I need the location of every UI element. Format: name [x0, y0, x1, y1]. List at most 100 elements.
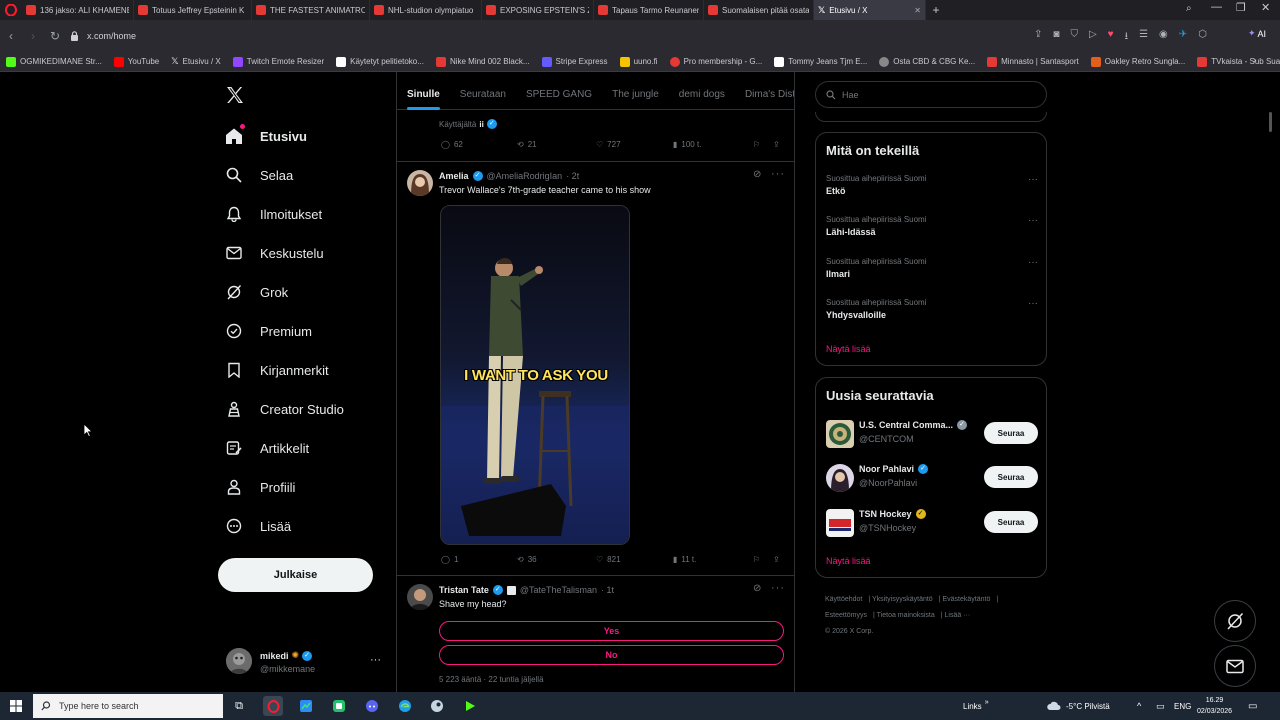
trending-show-more-link[interactable]: Näytä lisää: [826, 344, 871, 354]
post-button[interactable]: Julkaise: [218, 558, 373, 592]
post-author-name[interactable]: Tristan Tate: [439, 585, 489, 595]
taskbar-search-input[interactable]: Type here to search: [33, 694, 223, 718]
x-logo-icon[interactable]: [226, 86, 244, 104]
footer-link-privacy[interactable]: Yksityisyyskäytäntö: [872, 596, 933, 603]
browser-tab[interactable]: Suomalaisen pitää osata p: [704, 0, 814, 20]
bookmarks-overflow-icon[interactable]: ›: [1253, 55, 1256, 66]
follow-button[interactable]: Seuraa: [984, 422, 1038, 444]
menu-icon[interactable]: ☰: [1139, 29, 1148, 46]
url-field[interactable]: x.com/home: [70, 26, 1020, 46]
bookmark-item[interactable]: uuno.fi: [614, 56, 664, 67]
bookmark-item[interactable]: YouTube: [108, 56, 165, 67]
forward-icon[interactable]: ›: [22, 20, 44, 52]
sidebar-item-creator-studio[interactable]: Creator Studio: [224, 394, 344, 424]
bookmark-item[interactable]: Stripe Express: [536, 56, 614, 67]
share-post-icon[interactable]: ⇪: [773, 140, 780, 149]
footer-link-accessibility[interactable]: Esteettömyys: [825, 612, 867, 619]
play-app-icon[interactable]: [460, 696, 480, 716]
tab-for-you[interactable]: Sinulle: [397, 80, 450, 110]
views-button[interactable]: ▮ 100 t.: [673, 140, 701, 149]
sidebar-item-notifications[interactable]: Ilmoitukset: [224, 199, 322, 229]
follow-button[interactable]: Seuraa: [984, 511, 1038, 533]
tray-chevron-icon[interactable]: ^: [1137, 692, 1141, 720]
post-partial[interactable]: Käyttäjältä ii ✓ ◯ 62 ⟲ 21 ♡ 727 ▮ 100 t. ⚐ …: [397, 112, 794, 162]
reply-button[interactable]: ◯ 62: [441, 140, 463, 149]
account-switcher[interactable]: mikedi ✺ ✓ @mikkemane ···: [226, 648, 386, 678]
bookmark-item[interactable]: Tommy Jeans Tjm E...: [768, 56, 873, 67]
sidebar-item-explore[interactable]: Selaa: [224, 160, 293, 190]
opera-taskbar-icon[interactable]: [263, 696, 283, 716]
cube-icon[interactable]: ⬡: [1198, 29, 1207, 46]
bookmark-item[interactable]: Minnasto | Santasport: [981, 56, 1085, 67]
tab-speed-gang[interactable]: SPEED GANG: [516, 80, 602, 110]
reply-button[interactable]: ◯ 1: [441, 555, 458, 564]
tab-following[interactable]: Seurataan: [450, 80, 516, 110]
browser-tab[interactable]: NHL-studion olympiatuo: [370, 0, 482, 20]
tab-demi-dogs[interactable]: demi dogs: [669, 80, 735, 110]
poll-option-yes[interactable]: Yes: [439, 621, 784, 641]
maximize-icon[interactable]: ❐: [1236, 1, 1246, 14]
download-icon[interactable]: ⭳: [1125, 29, 1129, 46]
grok-explain-icon[interactable]: ⊘: [753, 169, 761, 180]
follow-suggestion[interactable]: TSN Hockey ✓ @TSNHockey Seuraa: [826, 507, 1038, 537]
steam-icon[interactable]: [427, 696, 447, 716]
messages-floating-button[interactable]: [1214, 645, 1256, 687]
camera-icon[interactable]: ◙: [1053, 29, 1059, 46]
discord-icon[interactable]: [362, 696, 382, 716]
post-time[interactable]: · 2t: [566, 171, 579, 181]
post-author-handle[interactable]: @AmeliaRodrigIan: [487, 171, 563, 181]
post-amelia[interactable]: Amelia ✓ @AmeliaRodrigIan · 2t ⊘ ··· Tre…: [397, 163, 794, 576]
bookmark-item[interactable]: Osta CBD & CBG Ke...: [873, 56, 981, 67]
sidebar-item-home[interactable]: Etusivu: [224, 121, 307, 151]
trend-item[interactable]: Suosittua aihepiirissä Suomi Etkö ···: [826, 174, 1038, 196]
post-author-name[interactable]: Amelia: [439, 171, 469, 181]
new-tab-icon[interactable]: +: [926, 3, 946, 17]
play-icon[interactable]: ▷: [1089, 29, 1097, 46]
bookmark-item[interactable]: 𝕏 Etusivu / X: [165, 56, 227, 67]
bookmark-item[interactable]: Oakley Retro Sungla...: [1085, 56, 1191, 67]
trend-more-icon[interactable]: ···: [1028, 298, 1038, 309]
trend-more-icon[interactable]: ···: [1028, 257, 1038, 268]
post-more-icon[interactable]: ···: [771, 168, 785, 180]
like-button[interactable]: ♡ 821: [596, 555, 621, 564]
trend-more-icon[interactable]: ···: [1028, 215, 1038, 226]
page-scrollbar[interactable]: [1269, 112, 1272, 132]
sidebar-item-more[interactable]: Lisää: [224, 511, 291, 541]
bookmark-item[interactable]: Pro membership - G...: [664, 56, 769, 67]
minimize-icon[interactable]: —: [1211, 1, 1222, 13]
close-window-icon[interactable]: ✕: [1261, 1, 1270, 14]
follow-suggestion[interactable]: U.S. Central Comma... ✓ @CENTCOM Seuraa: [826, 418, 1038, 448]
ai-button[interactable]: ✦ AI: [1248, 28, 1266, 39]
browser-tab[interactable]: EXPOSING EPSTEIN'S ZOR: [482, 0, 594, 20]
sidebar-item-articles[interactable]: Artikkelit: [224, 433, 309, 463]
follow-suggestion[interactable]: Noor Pahlavi ✓ @NoorPahlavi Seuraa: [826, 462, 1038, 492]
trend-item[interactable]: Suosittua aihepiirissä Suomi Lähi-Idässä…: [826, 215, 1038, 237]
opera-logo-icon[interactable]: [0, 0, 22, 20]
sidebar-item-profile[interactable]: Profiili: [224, 472, 295, 502]
sidebar-item-grok[interactable]: Grok: [224, 277, 288, 307]
browser-tab[interactable]: THE FASTEST ANIMATRON: [252, 0, 370, 20]
grok-floating-button[interactable]: [1214, 600, 1256, 642]
post-tristan-tate[interactable]: Tristan Tate ✓ @TateTheTalisman · 1t ⊘ ·…: [397, 577, 794, 692]
like-button[interactable]: ♡ 727: [596, 140, 621, 149]
footer-link-cookies[interactable]: Evästekäytäntö: [942, 596, 990, 603]
clock[interactable]: 16.29 02/03/2026: [1197, 692, 1232, 720]
shield-icon[interactable]: ⛉: [1070, 29, 1078, 46]
footer-link-more[interactable]: Lisää ···: [945, 612, 971, 619]
weather-widget[interactable]: -5°C Pilvistä: [1046, 692, 1110, 720]
avatar[interactable]: [407, 584, 433, 610]
sidebar-item-bookmarks[interactable]: Kirjanmerkit: [224, 355, 329, 385]
bookmark-item[interactable]: TVkaista - Sub Suara: [1191, 56, 1280, 67]
avatar[interactable]: [407, 170, 433, 196]
browser-tab-active[interactable]: 𝕏 Etusivu / X ✕: [814, 0, 926, 20]
reload-icon[interactable]: ↻: [44, 20, 66, 52]
extension-icon[interactable]: ✈: [1179, 29, 1187, 46]
heart-icon[interactable]: ♥: [1108, 29, 1114, 46]
browser-tab[interactable]: Tapaus Tarmo Reunanen j: [594, 0, 704, 20]
post-video[interactable]: I WANT TO ASK YOU: [440, 205, 630, 545]
network-icon[interactable]: ▭: [1156, 692, 1165, 720]
stocks-app-icon[interactable]: [296, 696, 316, 716]
bookmark-post-icon[interactable]: ⚐: [753, 555, 760, 564]
bookmark-item[interactable]: Käytetyt pelitietoko...: [330, 56, 430, 67]
profile-icon[interactable]: ◉: [1159, 29, 1168, 46]
